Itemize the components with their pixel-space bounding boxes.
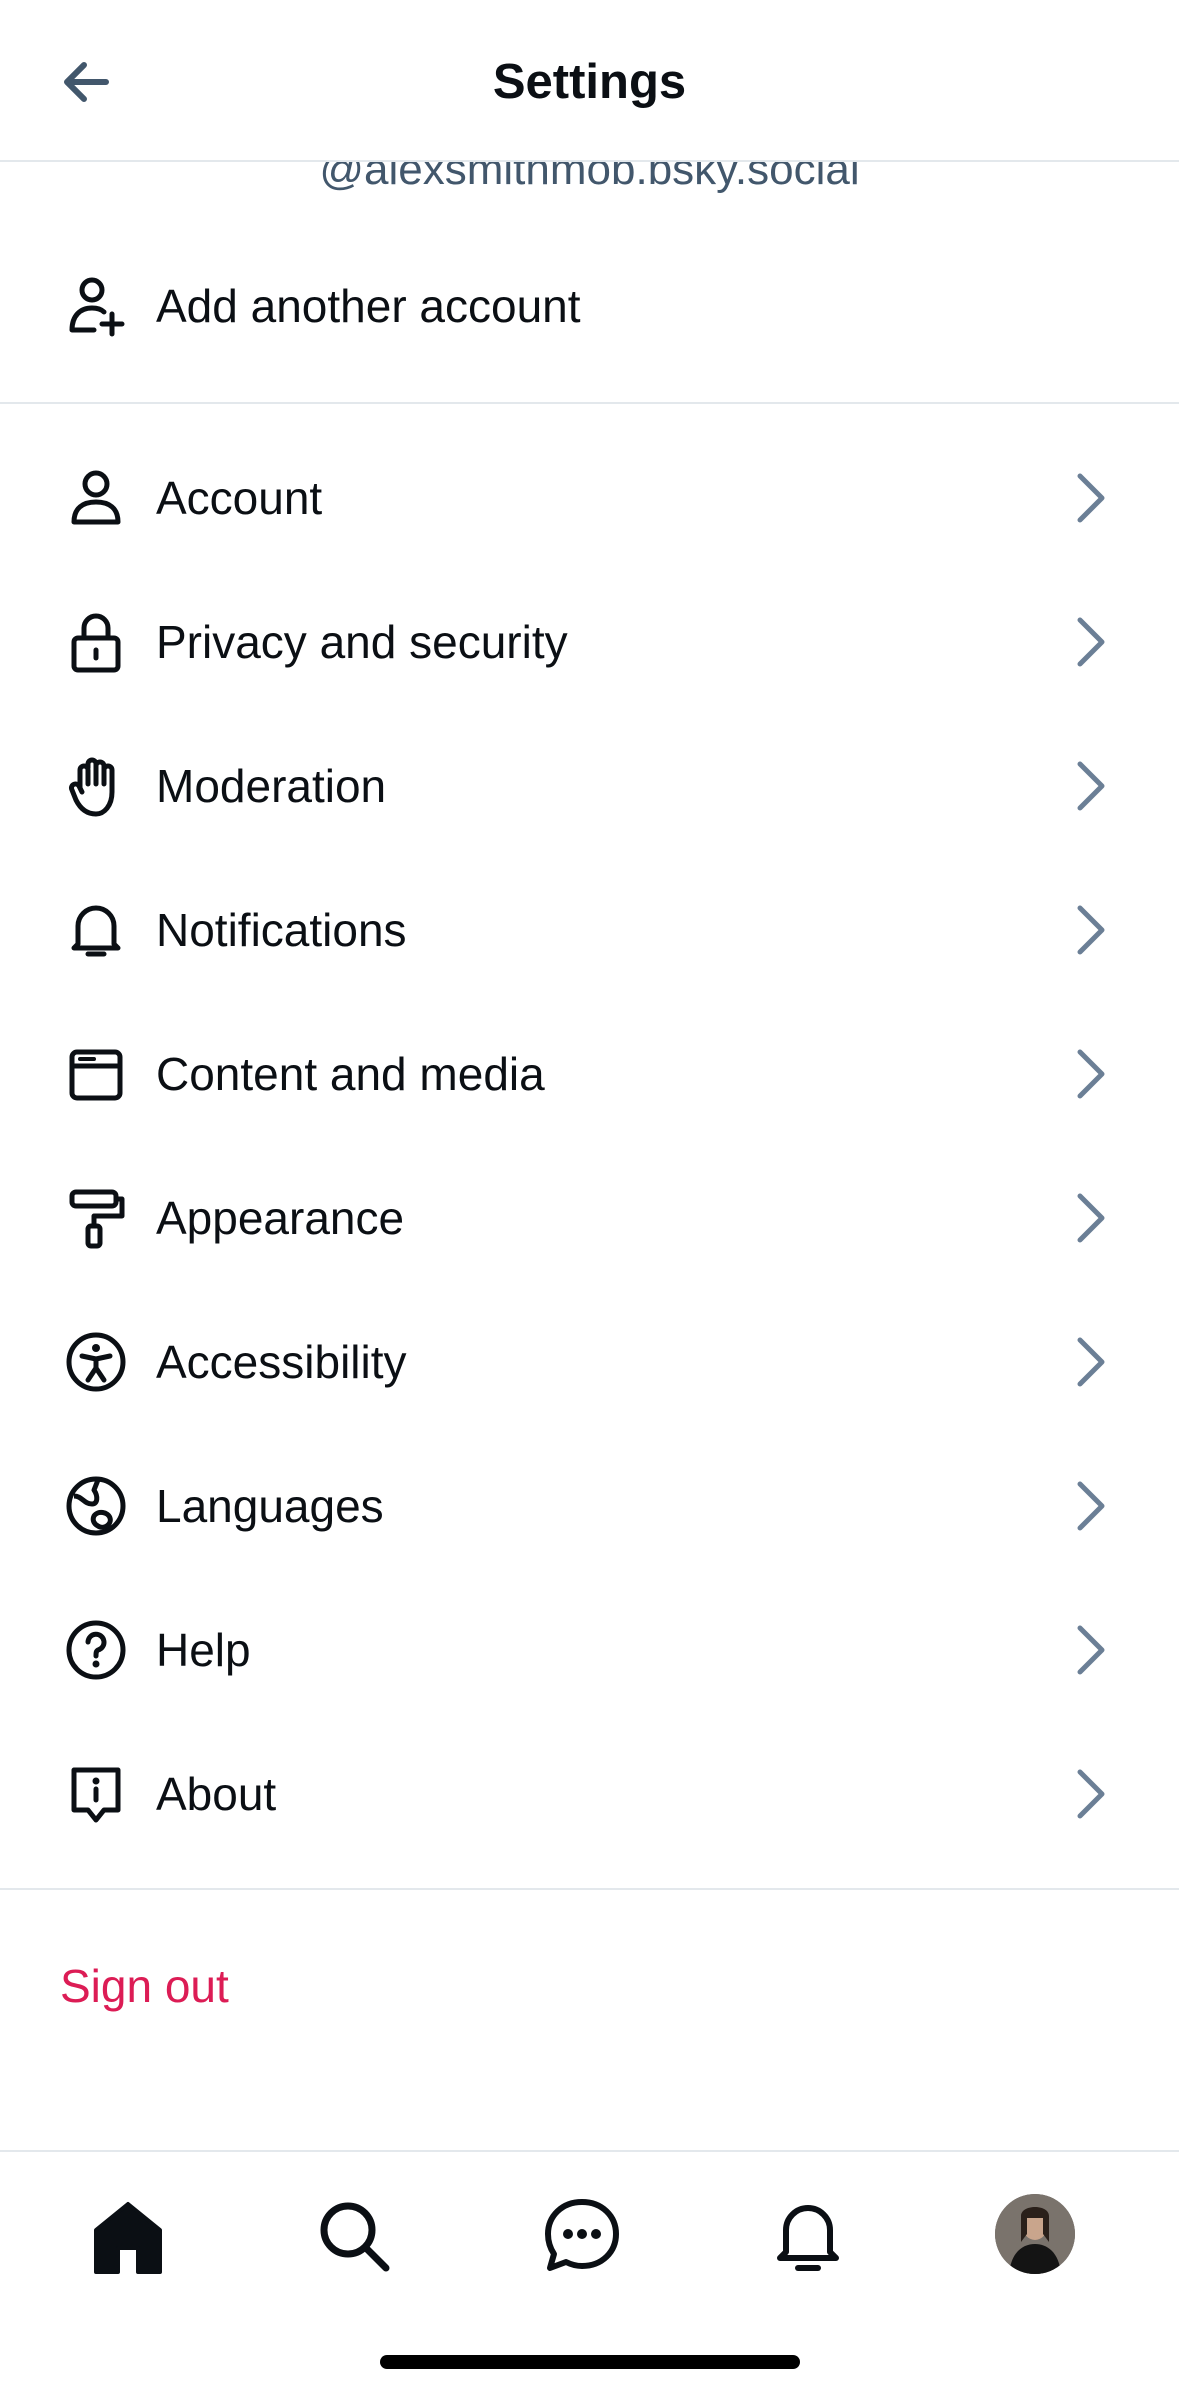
chevron-right-icon <box>1077 1769 1105 1819</box>
menu-item-languages[interactable]: Languages <box>0 1434 1179 1578</box>
menu-item-moderation[interactable]: Moderation <box>0 714 1179 858</box>
chevron-right-icon <box>1077 761 1105 811</box>
home-icon <box>94 2202 162 2274</box>
menu-item-notifications[interactable]: Notifications <box>0 858 1179 1002</box>
chevron-right-icon <box>1077 1337 1105 1387</box>
chevron-right-icon <box>1077 1049 1105 1099</box>
menu-item-appearance[interactable]: Appearance <box>0 1146 1179 1290</box>
menu-item-label: About <box>156 1768 277 1820</box>
chevron-right-icon <box>1077 617 1105 667</box>
info-bubble-icon <box>71 1767 121 1823</box>
menu-item-privacy[interactable]: Privacy and security <box>0 570 1179 714</box>
globe-icon <box>66 1476 126 1536</box>
chat-icon <box>545 2199 619 2271</box>
chevron-right-icon <box>1077 905 1105 955</box>
hand-icon <box>69 757 115 817</box>
person-icon <box>71 470 121 525</box>
menu-item-label: Privacy and security <box>156 616 568 668</box>
bell-icon <box>71 905 121 957</box>
menu-item-label: Accessibility <box>156 1336 407 1388</box>
search-icon <box>320 2202 390 2272</box>
chevron-right-icon <box>1077 1193 1105 1243</box>
menu-item-help[interactable]: Help <box>0 1578 1179 1722</box>
menu-item-label: Content and media <box>156 1048 545 1100</box>
page-title: Settings <box>492 55 687 109</box>
menu-item-label: Account <box>156 472 323 524</box>
paint-roller-icon <box>69 1189 125 1249</box>
top-bar: Settings <box>0 0 1179 162</box>
menu-item-label: Notifications <box>156 904 407 956</box>
accessibility-icon <box>66 1332 126 1392</box>
tab-profile[interactable] <box>995 2194 1075 2274</box>
lock-icon <box>71 613 121 673</box>
tab-search[interactable] <box>314 2196 394 2276</box>
add-account-label: Add another account <box>156 280 581 332</box>
menu-item-account[interactable]: Account <box>0 426 1179 570</box>
tab-chat[interactable] <box>542 2196 622 2276</box>
menu-item-accessibility[interactable]: Accessibility <box>0 1290 1179 1434</box>
tab-home[interactable] <box>88 2196 168 2276</box>
menu-item-label: Appearance <box>156 1192 405 1244</box>
add-account-button[interactable]: Add another account <box>0 250 1179 362</box>
menu-item-about[interactable]: About <box>0 1722 1179 1866</box>
menu-item-label: Help <box>156 1624 251 1676</box>
menu-item-label: Moderation <box>156 760 387 812</box>
divider <box>0 402 1179 404</box>
divider <box>0 1888 1179 1890</box>
chevron-right-icon <box>1077 473 1105 523</box>
menu-item-content-media[interactable]: Content and media <box>0 1002 1179 1146</box>
chevron-right-icon <box>1077 1625 1105 1675</box>
chevron-right-icon <box>1077 1481 1105 1531</box>
bell-icon <box>777 2205 839 2271</box>
person-plus-icon <box>69 277 125 337</box>
home-indicator <box>380 2355 800 2369</box>
tab-notifications[interactable] <box>768 2196 848 2276</box>
menu-item-label: Languages <box>156 1480 384 1532</box>
avatar <box>995 2194 1075 2274</box>
sign-out-button[interactable]: Sign out <box>60 1956 229 2016</box>
window-icon <box>69 1049 123 1101</box>
question-circle-icon <box>66 1620 126 1680</box>
